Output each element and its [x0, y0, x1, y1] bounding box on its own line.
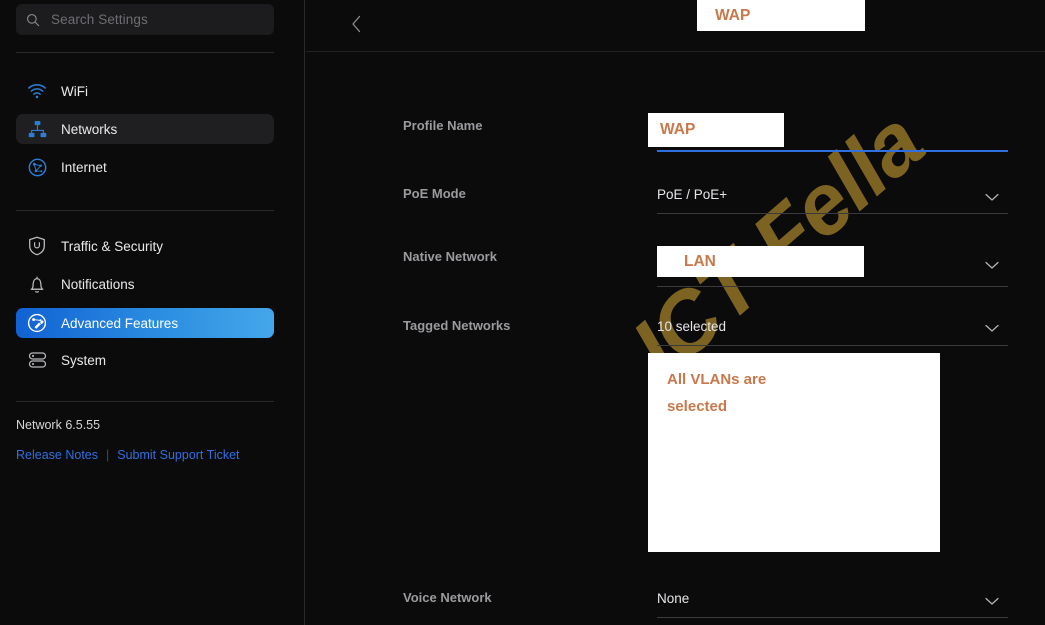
sidebar-divider-bottom [16, 401, 274, 402]
chevron-down-icon[interactable] [985, 193, 999, 203]
chevron-left-icon [351, 15, 362, 33]
app-window: Search Settings WiFi Networks Internet T… [0, 0, 1045, 625]
sidebar-item-label: System [61, 352, 107, 368]
field-underline [657, 345, 1008, 346]
sidebar-footer-links: Release Notes | Submit Support Ticket [16, 448, 240, 462]
sidebar-item-label: Networks [61, 121, 118, 137]
shield-icon [26, 235, 48, 257]
sidebar-item-wifi[interactable]: WiFi [16, 76, 274, 106]
annotation-text: All VLANs are selected [667, 371, 767, 415]
field-label: PoE Mode [403, 186, 466, 201]
annotation-profile-name: WAP [648, 113, 784, 147]
networks-icon [26, 118, 48, 140]
sidebar-item-label: WiFi [61, 83, 88, 99]
search-icon [26, 13, 40, 27]
annotation-text: LAN [684, 252, 716, 270]
field-label: Profile Name [403, 118, 483, 133]
network-version: Network 6.5.55 [16, 418, 101, 432]
annotation-header-title: WAP [697, 0, 865, 31]
sidebar-item-advanced-features[interactable]: Advanced Features [16, 308, 274, 338]
submit-support-ticket-link[interactable]: Submit Support Ticket [117, 448, 239, 462]
sidebar-item-traffic-security[interactable]: Traffic & Security [16, 231, 274, 261]
sidebar-item-internet[interactable]: Internet [16, 152, 274, 182]
field-underline [657, 150, 1008, 152]
annotation-text: WAP [715, 6, 751, 24]
sidebar-item-networks[interactable]: Networks [16, 114, 274, 144]
sidebar-item-system[interactable]: System [16, 345, 274, 375]
field-value: PoE / PoE+ [657, 187, 728, 202]
field-label: Voice Network [403, 590, 492, 605]
search-placeholder: Search Settings [51, 12, 148, 27]
release-notes-link[interactable]: Release Notes [16, 448, 98, 462]
system-icon [26, 349, 48, 371]
sidebar-item-notifications[interactable]: Notifications [16, 269, 274, 299]
tagged-networks-select[interactable]: 10 selected [657, 318, 1009, 336]
sidebar-item-label: Internet [61, 159, 107, 175]
page-header [306, 0, 1045, 52]
poe-mode-select[interactable]: PoE / PoE+ [657, 186, 1009, 204]
sidebar-item-label: Advanced Features [61, 315, 179, 331]
sidebar-divider-mid [16, 210, 274, 211]
advanced-features-icon [26, 312, 48, 334]
annotation-native-network: LAN [657, 246, 864, 277]
field-value: 10 selected [657, 319, 727, 334]
sidebar-divider-top [16, 52, 274, 53]
chevron-down-icon[interactable] [985, 597, 999, 607]
annotation-tagged-networks: All VLANs are selected [648, 353, 940, 552]
sidebar-item-label: Traffic & Security [61, 238, 164, 254]
internet-icon [26, 156, 48, 178]
back-button[interactable] [342, 10, 370, 38]
field-underline [657, 213, 1008, 214]
field-label: Native Network [403, 249, 497, 264]
sidebar-item-label: Notifications [61, 276, 135, 292]
field-underline [657, 617, 1008, 618]
chevron-down-icon[interactable] [985, 324, 999, 334]
search-input[interactable]: Search Settings [16, 4, 274, 35]
chevron-down-icon[interactable] [985, 261, 999, 271]
field-value: None [657, 591, 690, 606]
field-label: Tagged Networks [403, 318, 511, 333]
bell-icon [26, 273, 48, 295]
wifi-icon [26, 80, 48, 102]
field-underline [657, 286, 1008, 287]
voice-network-select[interactable]: None [657, 590, 1009, 608]
sidebar: Search Settings WiFi Networks Internet T… [0, 0, 305, 625]
link-separator: | [106, 448, 110, 462]
annotation-text: WAP [660, 121, 696, 138]
